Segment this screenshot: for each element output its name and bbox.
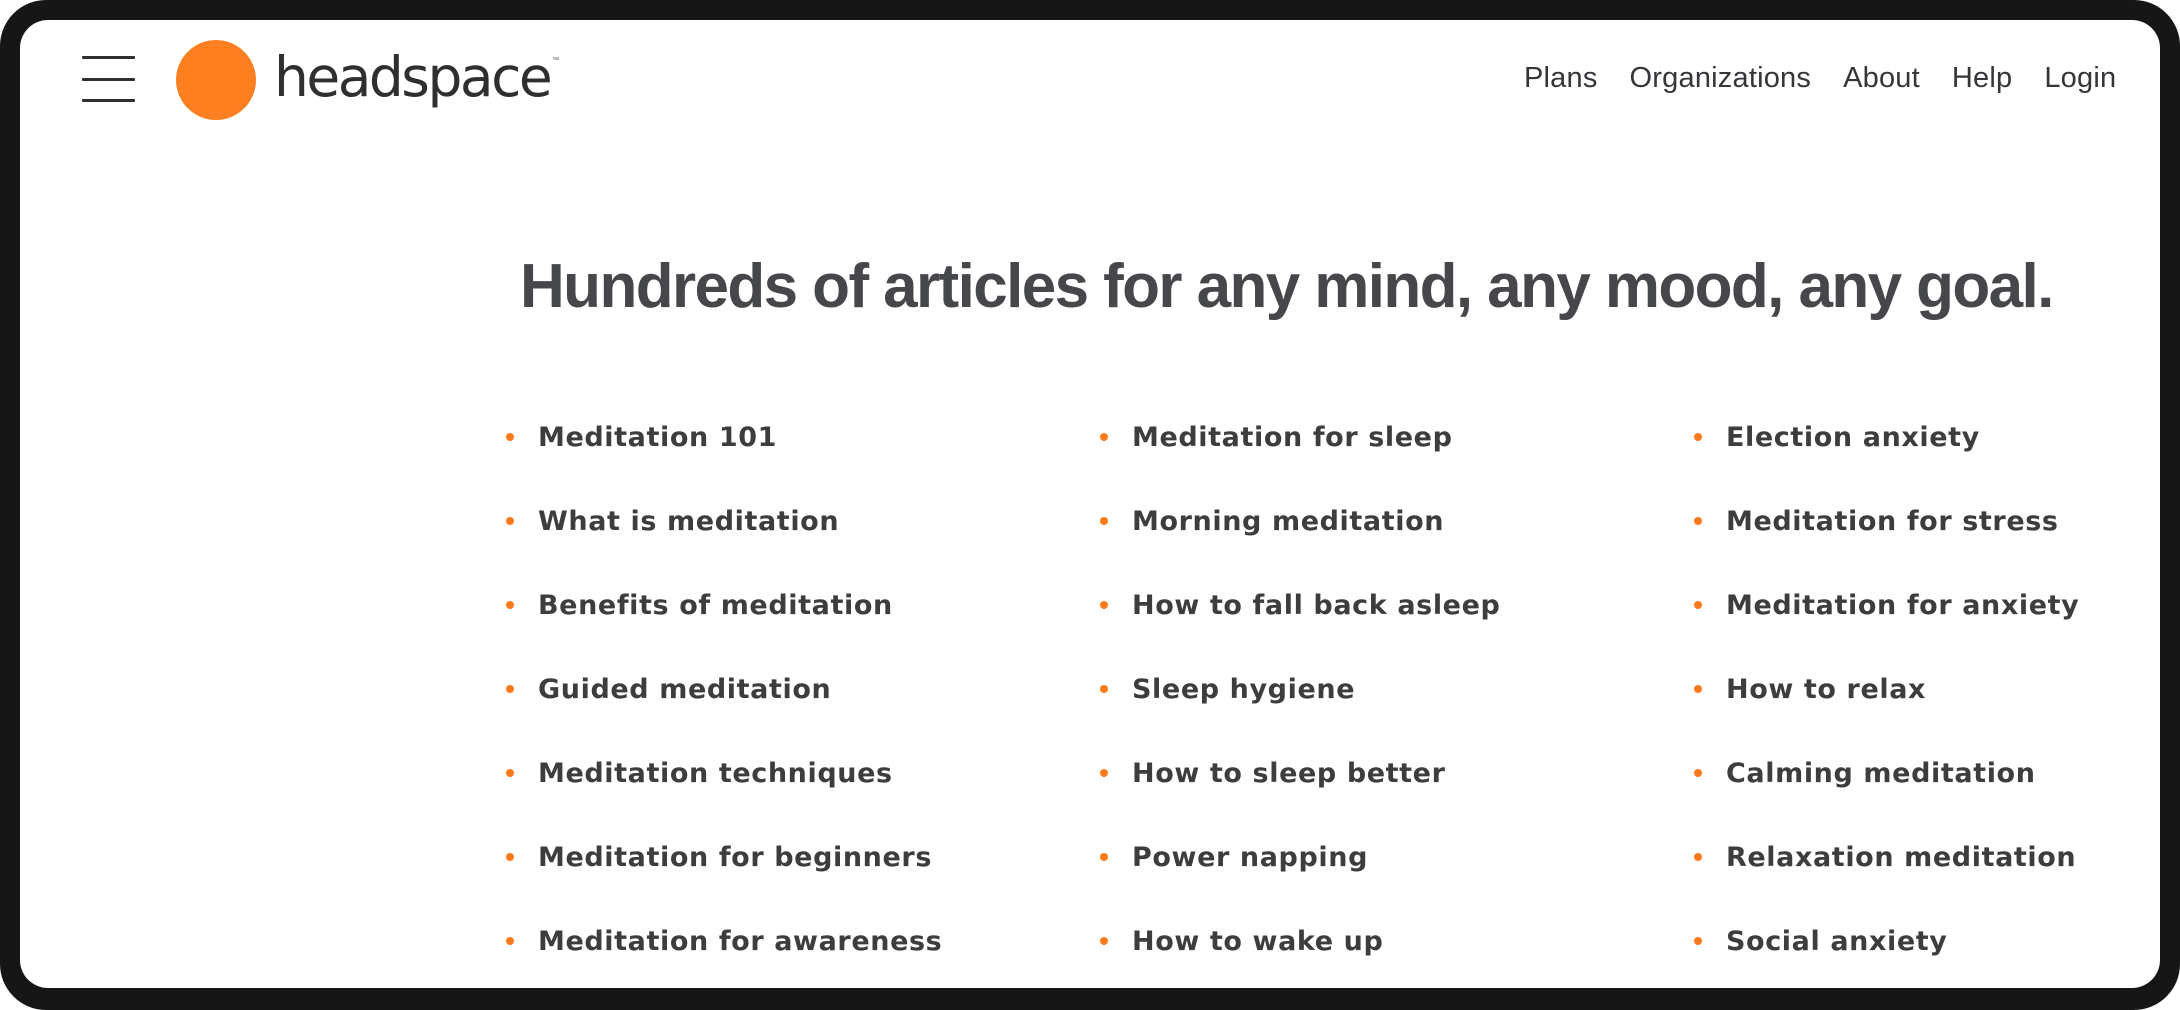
article-link[interactable]: Meditation techniques — [538, 758, 893, 789]
article-column-meditation: Meditation 101 What is meditation Benefi… — [482, 395, 1076, 983]
nav-link-plans[interactable]: Plans — [1524, 62, 1598, 95]
list-item: Election anxiety — [1670, 395, 2160, 479]
bullet-icon — [506, 685, 514, 693]
list-item: What is meditation — [482, 479, 1076, 563]
list-item: How to sleep better — [1076, 731, 1670, 815]
bullet-icon — [1694, 853, 1702, 861]
article-link[interactable]: Meditation 101 — [538, 422, 777, 453]
logo-wordmark: headspace — [274, 44, 553, 109]
list-item: Meditation for awareness — [482, 899, 1076, 983]
list-item: Calming meditation — [1670, 731, 2160, 815]
bullet-icon — [1694, 601, 1702, 609]
list-item: Meditation 101 — [482, 395, 1076, 479]
bullet-icon — [1100, 433, 1108, 441]
article-link[interactable]: What is meditation — [538, 506, 839, 537]
article-link[interactable]: How to wake up — [1132, 926, 1383, 957]
article-link[interactable]: Meditation for sleep — [1132, 422, 1453, 453]
device-frame: headspace ™ Plans Organizations About He… — [0, 0, 2180, 1010]
nav-link-help[interactable]: Help — [1952, 62, 2012, 95]
article-link[interactable]: Benefits of meditation — [538, 590, 893, 621]
article-link[interactable]: Meditation for anxiety — [1726, 590, 2079, 621]
bullet-icon — [1694, 937, 1702, 945]
article-link[interactable]: How to relax — [1726, 674, 1926, 705]
list-item: Meditation for sleep — [1076, 395, 1670, 479]
bullet-icon — [506, 433, 514, 441]
headspace-logo-link[interactable]: headspace ™ — [176, 40, 559, 120]
article-link[interactable]: Election anxiety — [1726, 422, 1980, 453]
list-item: Relaxation meditation — [1670, 815, 2160, 899]
bullet-icon — [1100, 601, 1108, 609]
list-item: Benefits of meditation — [482, 563, 1076, 647]
nav-link-login[interactable]: Login — [2044, 62, 2116, 95]
bullet-icon — [506, 517, 514, 525]
hamburger-menu-icon-line — [82, 78, 135, 81]
article-column-stress-anxiety: Election anxiety Meditation for stress M… — [1670, 395, 2160, 983]
page-headline: Hundreds of articles for any mind, any m… — [520, 252, 2054, 321]
list-item: Sleep hygiene — [1076, 647, 1670, 731]
bullet-icon — [1100, 685, 1108, 693]
article-link[interactable]: Social anxiety — [1726, 926, 1947, 957]
nav-link-organizations[interactable]: Organizations — [1630, 62, 1812, 95]
list-item: How to wake up — [1076, 899, 1670, 983]
bullet-icon — [506, 601, 514, 609]
bullet-icon — [1100, 517, 1108, 525]
list-item: Social anxiety — [1670, 899, 2160, 983]
list-item: Meditation for stress — [1670, 479, 2160, 563]
bullet-icon — [1100, 769, 1108, 777]
list-item: How to relax — [1670, 647, 2160, 731]
article-link[interactable]: Meditation for awareness — [538, 926, 942, 957]
top-navigation: Plans Organizations About Help Login — [1524, 58, 2116, 98]
trademark-symbol: ™ — [552, 56, 560, 64]
bullet-icon — [506, 937, 514, 945]
article-link[interactable]: Meditation for stress — [1726, 506, 2059, 537]
nav-link-about[interactable]: About — [1843, 62, 1920, 95]
headspace-orange-dot-icon — [176, 40, 256, 120]
bullet-icon — [1694, 433, 1702, 441]
hamburger-menu-button[interactable] — [82, 54, 136, 104]
list-item: Morning meditation — [1076, 479, 1670, 563]
list-item: Guided meditation — [482, 647, 1076, 731]
list-item: Meditation techniques — [482, 731, 1076, 815]
article-link[interactable]: Guided meditation — [538, 674, 831, 705]
article-column-sleep: Meditation for sleep Morning meditation … — [1076, 395, 1670, 983]
hamburger-menu-icon-line — [82, 56, 135, 59]
article-link[interactable]: How to fall back asleep — [1132, 590, 1500, 621]
browser-viewport: headspace ™ Plans Organizations About He… — [20, 20, 2160, 988]
bullet-icon — [1694, 685, 1702, 693]
list-item: Meditation for beginners — [482, 815, 1076, 899]
bullet-icon — [1100, 937, 1108, 945]
article-link[interactable]: Relaxation meditation — [1726, 842, 2076, 873]
list-item: Meditation for anxiety — [1670, 563, 2160, 647]
bullet-icon — [1694, 769, 1702, 777]
article-link[interactable]: Sleep hygiene — [1132, 674, 1355, 705]
article-link[interactable]: Meditation for beginners — [538, 842, 932, 873]
bullet-icon — [506, 853, 514, 861]
article-link[interactable]: How to sleep better — [1132, 758, 1446, 789]
bullet-icon — [506, 769, 514, 777]
article-link[interactable]: Morning meditation — [1132, 506, 1444, 537]
list-item: Power napping — [1076, 815, 1670, 899]
article-link-columns: Meditation 101 What is meditation Benefi… — [482, 395, 2160, 983]
bullet-icon — [1100, 853, 1108, 861]
hamburger-menu-icon-line — [82, 99, 135, 102]
article-link[interactable]: Power napping — [1132, 842, 1368, 873]
bullet-icon — [1694, 517, 1702, 525]
list-item: How to fall back asleep — [1076, 563, 1670, 647]
article-link[interactable]: Calming meditation — [1726, 758, 2036, 789]
